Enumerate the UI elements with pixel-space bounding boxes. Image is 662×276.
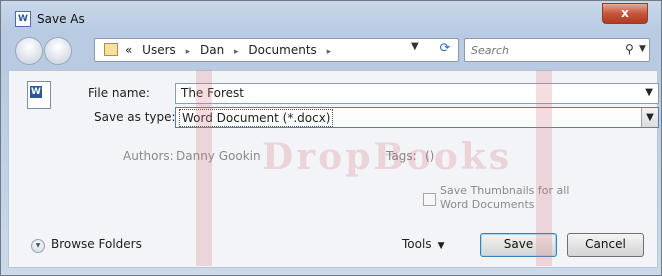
browse-folders-button[interactable]: Browse Folders	[51, 237, 142, 251]
search-dropdown-icon[interactable]: ▼	[639, 44, 646, 54]
search-icon[interactable]: ⚲	[625, 42, 634, 56]
chevron-down-icon[interactable]: ▼	[641, 108, 658, 127]
save-button[interactable]: Save	[480, 233, 557, 257]
word-document-icon: W	[15, 11, 31, 27]
file-name-value[interactable]: The Forest	[181, 86, 244, 100]
folder-icon	[104, 43, 118, 56]
expand-icon[interactable]: ▼	[31, 239, 45, 253]
file-name-label: File name:	[88, 86, 150, 100]
chevron-right-icon[interactable]: ▸	[327, 47, 332, 57]
tools-menu-button[interactable]: Tools ▼	[402, 237, 444, 251]
authors-label: Authors:	[123, 149, 174, 163]
chevron-down-icon[interactable]: ▼	[438, 241, 445, 251]
cancel-button[interactable]: Cancel	[567, 233, 644, 257]
breadcrumb-overflow[interactable]: «	[125, 43, 132, 57]
breadcrumb: « Users ▸ Dan ▸ Documents ▸	[125, 43, 337, 57]
title-bar[interactable]: W Save As x	[1, 1, 661, 29]
tags-value[interactable]: ()	[425, 149, 434, 163]
file-name-input[interactable]: The Forest ▼	[175, 83, 659, 104]
save-as-type-select[interactable]: Word Document (*.docx) ▼	[175, 107, 659, 128]
address-bar[interactable]: « Users ▸ Dan ▸ Documents ▸	[94, 38, 459, 62]
breadcrumb-item-dan[interactable]: Dan	[200, 43, 224, 57]
save-thumbnails-label[interactable]: Save Thumbnails for all Word Documents	[440, 184, 570, 212]
chevron-down-icon[interactable]: ▼	[645, 87, 653, 98]
refresh-icon[interactable]: ⟳	[434, 38, 456, 60]
forward-button[interactable]	[44, 37, 72, 65]
address-dropdown-icon[interactable]: ▼	[411, 41, 419, 52]
tags-label: Tags:	[386, 149, 417, 163]
breadcrumb-item-users[interactable]: Users	[142, 43, 176, 57]
tools-label[interactable]: Tools	[402, 237, 432, 251]
word-document-icon: W	[27, 81, 51, 109]
save-thumbnails-checkbox[interactable]	[423, 193, 436, 206]
search-box[interactable]: ⚲ ▼	[464, 38, 650, 62]
save-as-type-value[interactable]: Word Document (*.docx)	[179, 109, 334, 127]
save-as-dialog: W Save As x « Users ▸ Dan ▸ Documents ▸ …	[0, 0, 662, 276]
chevron-right-icon[interactable]: ▸	[186, 47, 191, 57]
chevron-right-icon[interactable]: ▸	[234, 47, 239, 57]
back-button[interactable]	[15, 37, 43, 65]
breadcrumb-item-documents[interactable]: Documents	[248, 43, 316, 57]
authors-value[interactable]: Danny Gookin	[176, 149, 261, 163]
search-input[interactable]	[469, 42, 613, 59]
close-button[interactable]: x	[602, 3, 648, 24]
window-title: Save As	[37, 12, 85, 26]
save-options-panel: W File name: The Forest ▼ Save as type: …	[8, 70, 659, 268]
save-as-type-label: Save as type:	[94, 110, 176, 124]
